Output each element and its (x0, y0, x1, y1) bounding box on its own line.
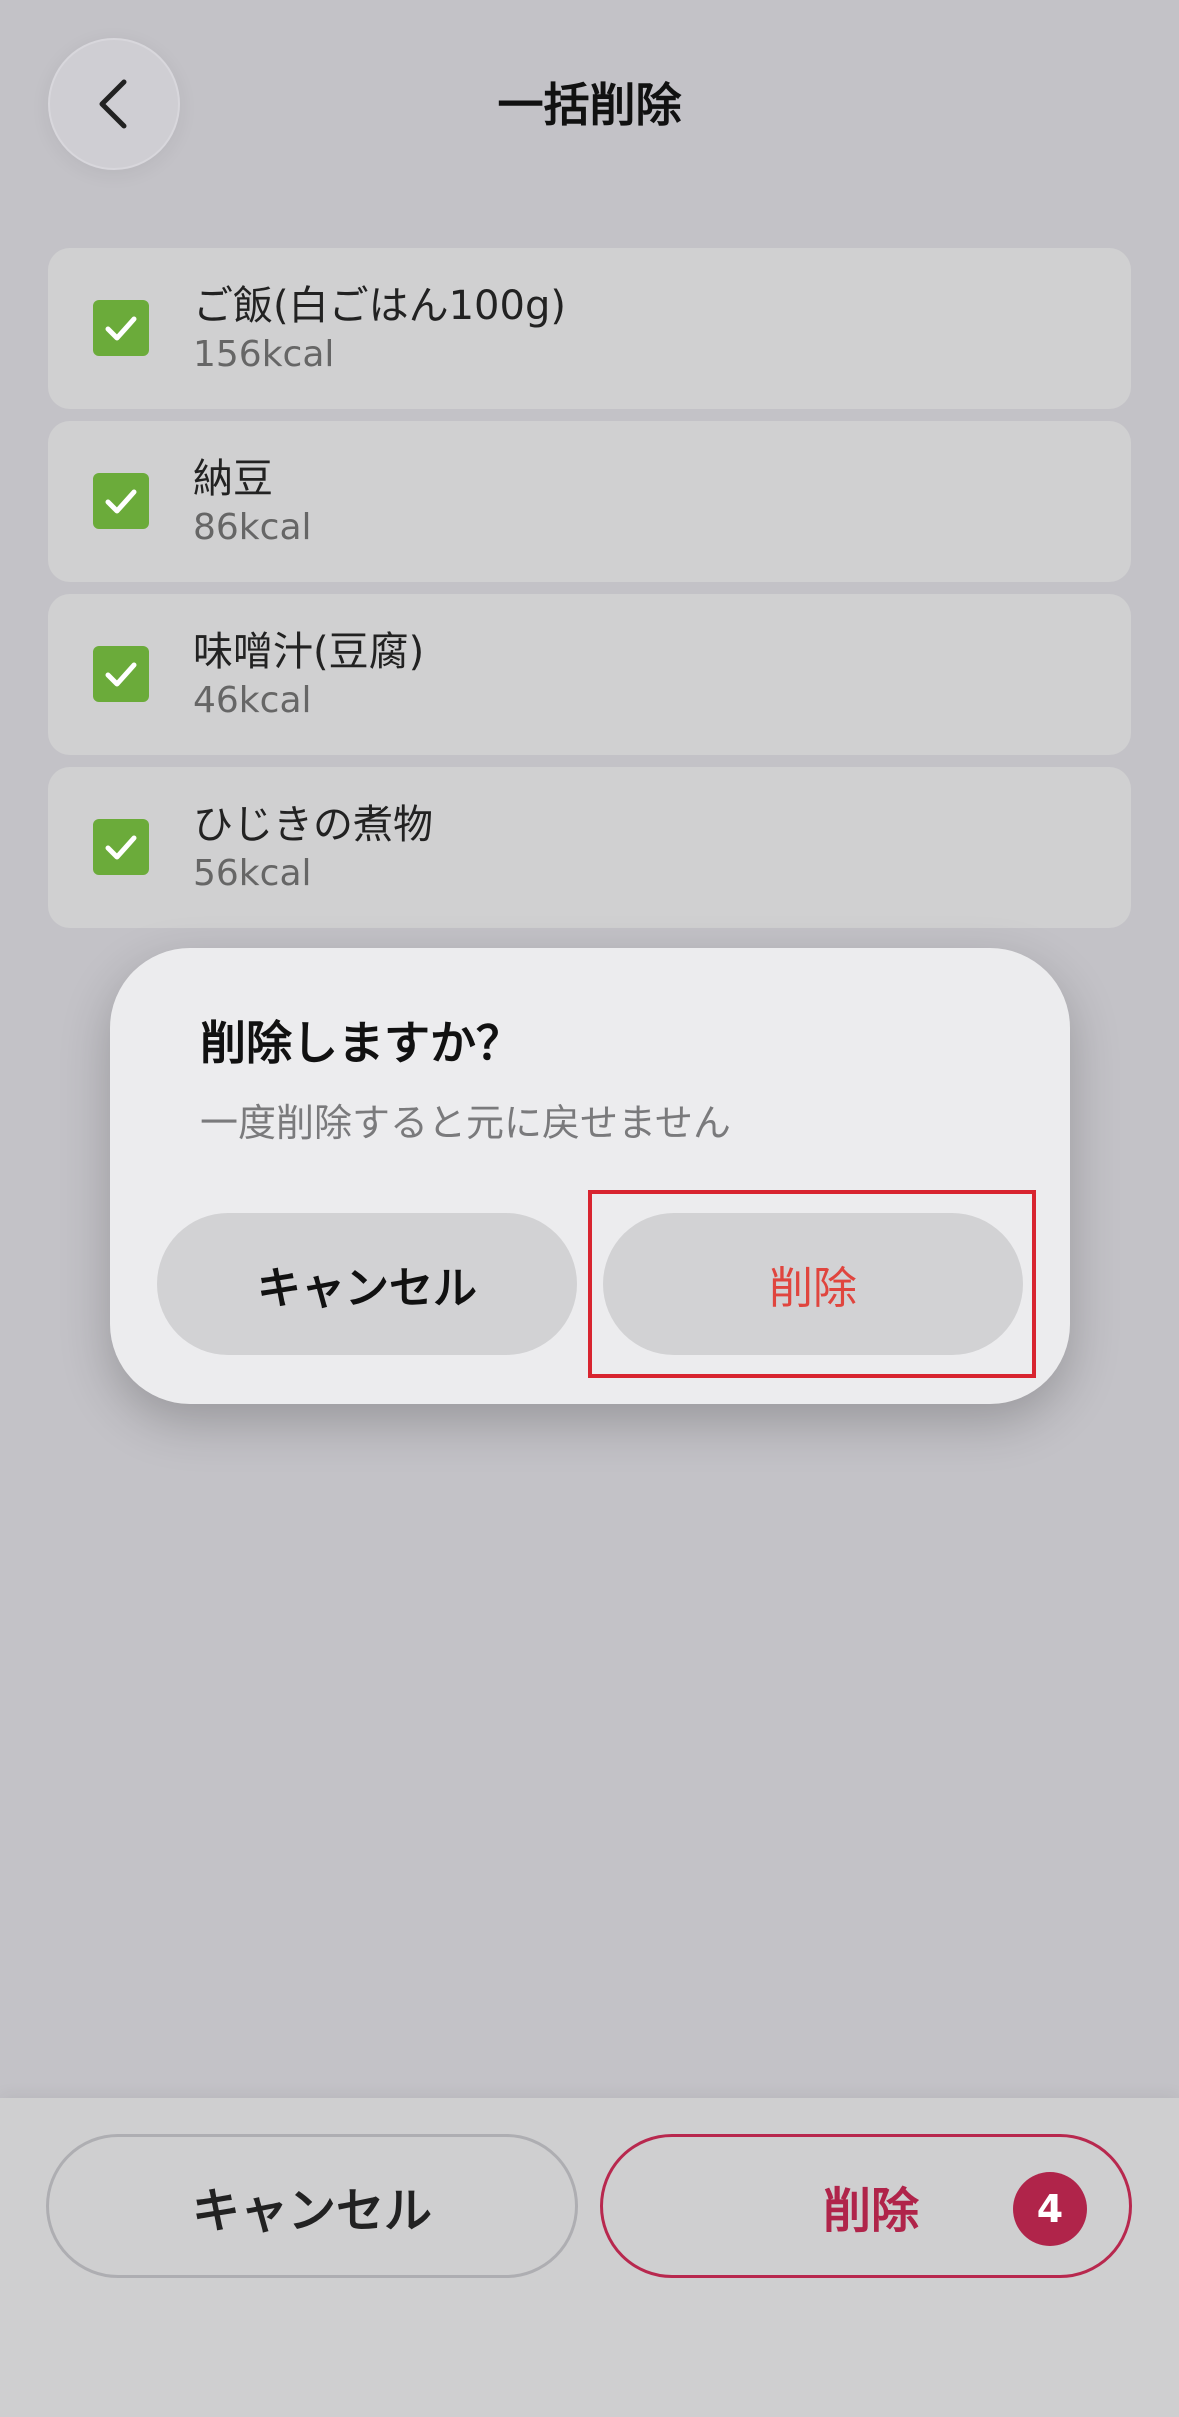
check-icon (105, 489, 137, 514)
dialog-title: 削除しますか？ (200, 1016, 522, 1070)
list-item[interactable]: 納豆 86kcal (48, 421, 1131, 582)
dialog-message: 一度削除すると元に戻せません (200, 1101, 731, 1145)
selected-count-badge: 4 (1013, 2172, 1087, 2246)
item-name: ご飯(白ごはん100g) (193, 283, 566, 329)
cancel-button[interactable]: キャンセル (46, 2134, 578, 2278)
check-icon (105, 316, 137, 341)
check-icon (105, 662, 137, 687)
checkbox[interactable] (93, 646, 149, 702)
item-name: 味噌汁(豆腐) (193, 629, 425, 675)
item-calories: 56kcal (193, 853, 312, 894)
highlight-box (588, 1190, 1036, 1378)
bottom-action-bar: キャンセル 削除 4 (0, 2098, 1179, 2417)
item-calories: 46kcal (193, 680, 312, 721)
item-calories: 86kcal (193, 507, 312, 548)
delete-button-label: 削除 (823, 2183, 920, 2239)
item-name: ひじきの煮物 (193, 802, 433, 848)
item-calories: 156kcal (193, 334, 335, 375)
dialog-cancel-button[interactable]: キャンセル (157, 1213, 577, 1355)
checkbox[interactable] (93, 473, 149, 529)
page-title: 一括削除 (497, 78, 682, 132)
item-name: 納豆 (193, 456, 273, 502)
list-item[interactable]: ご飯(白ごはん100g) 156kcal (48, 248, 1131, 409)
delete-button[interactable]: 削除 4 (600, 2134, 1132, 2278)
check-icon (105, 835, 137, 860)
checkbox[interactable] (93, 300, 149, 356)
food-list: ご飯(白ごはん100g) 156kcal 納豆 86kcal 味噌汁(豆腐) 4… (48, 248, 1131, 940)
list-item[interactable]: 味噌汁(豆腐) 46kcal (48, 594, 1131, 755)
checkbox[interactable] (93, 819, 149, 875)
list-item[interactable]: ひじきの煮物 56kcal (48, 767, 1131, 928)
